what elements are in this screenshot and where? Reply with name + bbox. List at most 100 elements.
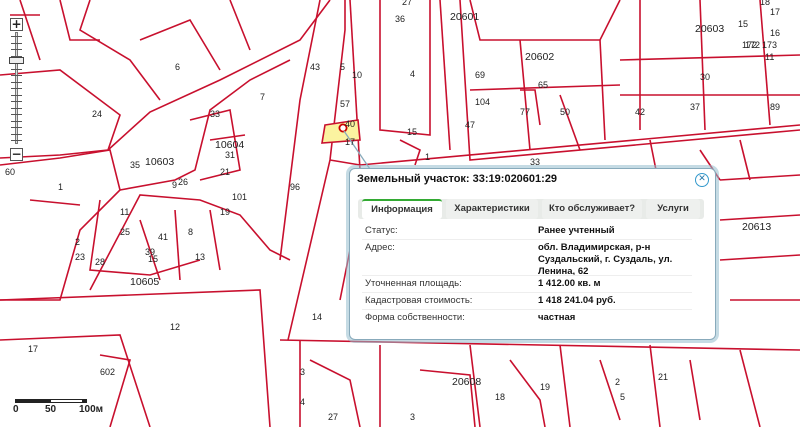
zoom-slider-thumb[interactable] — [9, 56, 24, 64]
divider — [362, 292, 692, 293]
parcel-number-label: 50 — [560, 107, 570, 117]
parcel-number-label: 104 — [475, 97, 490, 107]
parcel-number-label: 4 — [410, 69, 415, 79]
zoom-tick — [11, 88, 22, 89]
address-label: Адрес: — [365, 242, 395, 253]
parcel-number-label: 101 — [232, 192, 247, 202]
scale-segment — [50, 399, 83, 403]
ownership-value: частная — [538, 312, 576, 323]
parcel-number-label: 173 — [762, 40, 777, 50]
ownership-label: Форма собственности: — [365, 312, 465, 323]
parcel-number-label: 2 — [615, 377, 620, 387]
parcel-number-label: 5 — [620, 392, 625, 402]
parcel-number-label: 69 — [475, 70, 485, 80]
parcel-number-label: 3 — [410, 412, 415, 422]
parcel-number-label: 21 — [658, 372, 668, 382]
zoom-tick — [11, 120, 22, 122]
parcel-number-label: 19 — [540, 382, 550, 392]
parcel-number-label: 30 — [700, 72, 710, 82]
parcel-number-label: 60 — [5, 167, 15, 177]
parcel-number-label: 96 — [290, 182, 300, 192]
zoom-tick — [11, 107, 22, 109]
parcel-number-label: 10605 — [130, 276, 159, 288]
zoom-tick — [11, 36, 22, 37]
scale-segment — [15, 399, 50, 403]
parcel-info-popup: Земельный участок: 33:19:020601:29 ✕ Инф… — [349, 168, 716, 340]
parcel-number-label: 40 — [345, 119, 355, 129]
cadastral-value-label: Кадастровая стоимость: — [365, 295, 473, 306]
divider — [362, 309, 692, 310]
parcel-number-label: 20603 — [695, 23, 724, 35]
scale-bar: 0 50 100м — [13, 395, 125, 415]
parcel-number-label: 11 — [120, 207, 129, 217]
zoom-tick — [11, 140, 22, 141]
zoom-tick — [11, 75, 22, 76]
cadastral-value: 1 418 241.04 руб. — [538, 295, 616, 306]
popup-title: Земельный участок: 33:19:020601:29 — [357, 173, 558, 185]
scale-label: 50 — [45, 404, 57, 415]
parcel-number-label: 42 — [635, 107, 645, 117]
status-value: Ранее учтенный — [538, 225, 615, 236]
parcel-number-label: 1 — [58, 182, 63, 192]
scale-segment — [83, 399, 87, 403]
tab-services[interactable]: Услуги — [646, 199, 700, 219]
parcel-number-label: 26 — [178, 177, 188, 187]
address-value: обл. Владимирская, р-н Суздальский, г. С… — [538, 242, 673, 277]
zoom-tick — [11, 49, 22, 50]
zoom-tick — [11, 114, 22, 115]
parcel-number-label: 24 — [92, 109, 102, 119]
parcel-number-label: 13 — [195, 252, 205, 262]
parcel-number-label: 28 — [95, 257, 105, 267]
parcel-number-label: 23 — [75, 252, 85, 262]
status-label: Статус: — [365, 225, 398, 236]
parcel-number-label: 5 — [340, 62, 345, 72]
parcel-number-label: 11 — [765, 52, 774, 62]
parcel-number-label: 25 — [120, 227, 130, 237]
parcel-number-label: 10 — [352, 70, 362, 80]
zoom-tick — [11, 81, 22, 83]
parcel-number-label: 8 — [188, 227, 193, 237]
parcel-number-label: 3 — [300, 367, 305, 377]
parcel-number-label: 36 — [395, 14, 405, 24]
close-icon[interactable]: ✕ — [695, 173, 709, 187]
parcel-number-label: 33 — [530, 157, 540, 167]
tab-characteristics[interactable]: Характеристики — [446, 199, 538, 219]
divider — [362, 275, 692, 276]
parcel-number-label: 20601 — [450, 11, 479, 23]
parcel-number-label: 35 — [130, 160, 140, 170]
tab-who-serves[interactable]: Кто обслуживает? — [542, 199, 642, 219]
parcel-number-label: 31 — [225, 150, 235, 160]
scale-label: 100м — [79, 404, 104, 415]
parcel-number-label: 33 — [210, 109, 220, 119]
parcel-number-label: 10603 — [145, 156, 174, 168]
zoom-out-button[interactable]: − — [10, 148, 23, 161]
parcel-number-label: 15 — [148, 254, 158, 264]
parcel-number-label: 18 — [495, 392, 505, 402]
zoom-tick — [11, 94, 22, 96]
parcel-number-label: 6 — [175, 62, 180, 72]
parcel-number-label: 20613 — [742, 221, 771, 233]
popup-tabs: Информация Характеристики Кто обслуживае… — [358, 199, 704, 219]
zoom-tick — [11, 127, 22, 128]
parcel-number-label: 7 — [260, 92, 265, 102]
parcel-number-label: 19 — [220, 207, 230, 217]
scale-label: 0 — [13, 404, 19, 415]
parcel-number-label: 172 — [742, 40, 757, 50]
parcel-number-label: 18 — [760, 0, 770, 7]
parcel-number-label: 27 — [402, 0, 412, 7]
parcel-number-label: 12 — [170, 322, 180, 332]
parcel-number-label: 47 — [465, 120, 475, 130]
parcel-number-label: 14 — [312, 312, 322, 322]
zoom-tick — [11, 42, 22, 44]
parcel-number-label: 16 — [770, 28, 780, 38]
parcel-number-label: 20602 — [525, 51, 554, 63]
area-label: Уточненная площадь: — [365, 278, 462, 289]
parcel-number-label: 1 — [425, 152, 430, 162]
parcel-number-label: 17 — [28, 344, 38, 354]
zoom-control: + − — [8, 10, 28, 165]
parcel-number-label: 4 — [300, 397, 305, 407]
tab-info[interactable]: Информация — [362, 199, 442, 219]
zoom-tick — [11, 133, 22, 135]
zoom-tick — [11, 101, 22, 102]
zoom-in-button[interactable]: + — [10, 18, 23, 31]
